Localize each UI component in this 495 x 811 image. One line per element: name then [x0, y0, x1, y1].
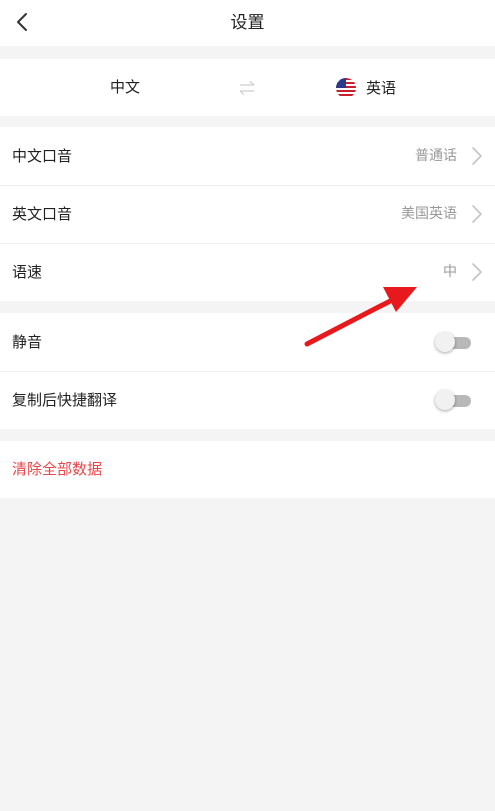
chevron-right-icon — [471, 262, 483, 282]
setting-row-chinese-accent[interactable]: 中文口音 普通话 — [0, 127, 495, 185]
page-title: 设置 — [230, 13, 265, 33]
setting-row-mute: 静音 — [0, 313, 495, 371]
setting-row-english-accent[interactable]: 英文口音 美国英语 — [0, 185, 495, 243]
setting-label: 英文口音 — [12, 205, 73, 223]
clear-all-data-label: 清除全部数据 — [12, 460, 103, 478]
copy-quick-translate-toggle[interactable] — [435, 390, 471, 410]
toggle-knob — [435, 332, 455, 352]
toggle-knob — [435, 390, 455, 410]
top-bar: 设置 — [0, 0, 495, 46]
setting-label: 中文口音 — [12, 147, 73, 165]
language-pair-bar: 中文 英语 — [0, 59, 495, 116]
chevron-right-icon — [471, 146, 483, 166]
target-language-label: 英语 — [366, 79, 397, 97]
setting-row-speech-speed[interactable]: 语速 中 — [0, 243, 495, 301]
setting-label: 复制后快捷翻译 — [12, 391, 118, 409]
mute-toggle[interactable] — [435, 332, 471, 352]
voice-settings-group: 中文口音 普通话 英文口音 美国英语 语速 中 — [0, 127, 495, 301]
swap-arrows-icon[interactable] — [237, 78, 257, 98]
setting-value: 中 — [443, 264, 457, 280]
clear-all-data-button[interactable]: 清除全部数据 — [0, 441, 495, 498]
chevron-right-icon — [471, 204, 483, 224]
setting-value: 普通话 — [415, 148, 457, 164]
toggle-settings-group: 静音 复制后快捷翻译 — [0, 313, 495, 429]
setting-value: 美国英语 — [401, 206, 457, 222]
source-language-button[interactable]: 中文 — [88, 59, 162, 116]
setting-row-copy-quick-translate: 复制后快捷翻译 — [0, 371, 495, 429]
us-flag-icon — [336, 77, 356, 98]
target-language-button[interactable]: 英语 — [336, 59, 396, 116]
setting-label: 语速 — [12, 263, 43, 281]
setting-label: 静音 — [12, 333, 43, 351]
